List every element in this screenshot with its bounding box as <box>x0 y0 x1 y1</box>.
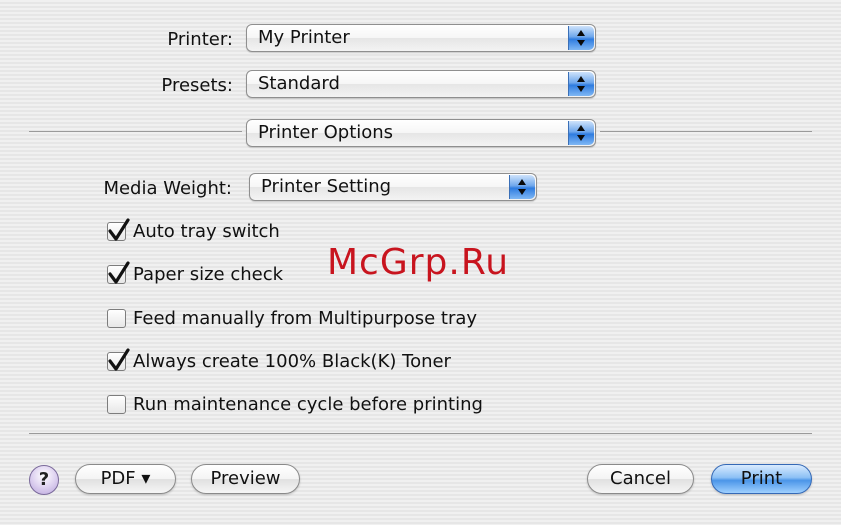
section-popup[interactable]: Printer Options <box>246 119 596 147</box>
preview-button[interactable]: Preview <box>191 464 300 494</box>
separator-left <box>29 131 242 132</box>
print-button[interactable]: Print <box>711 464 812 494</box>
media-weight-popup[interactable]: Printer Setting <box>249 173 537 201</box>
printer-popup[interactable]: My Printer <box>246 24 596 52</box>
option-label: Run maintenance cycle before printing <box>133 394 483 415</box>
popup-arrows-icon <box>568 26 594 50</box>
pdf-button[interactable]: PDF ▾ <box>75 464 176 494</box>
printer-value: My Printer <box>258 27 350 48</box>
checkbox-feed-manually[interactable] <box>107 309 126 328</box>
bottom-separator <box>29 433 812 434</box>
option-label: Always create 100% Black(K) Toner <box>133 351 451 372</box>
media-weight-value: Printer Setting <box>261 176 392 197</box>
media-weight-label: Media Weight: <box>103 178 232 199</box>
cancel-button[interactable]: Cancel <box>587 464 694 494</box>
popup-arrows-icon <box>568 121 594 145</box>
help-button[interactable]: ? <box>29 465 59 495</box>
checkbox-black-toner[interactable] <box>107 348 130 371</box>
option-label: Feed manually from Multipurpose tray <box>133 308 478 329</box>
section-value: Printer Options <box>258 122 394 143</box>
presets-value: Standard <box>258 73 340 94</box>
popup-arrows-icon <box>509 175 535 199</box>
checkbox-auto-tray[interactable] <box>107 218 130 241</box>
popup-arrows-icon <box>568 72 594 96</box>
checkbox-maintenance[interactable] <box>107 395 126 414</box>
presets-label: Presets: <box>161 75 233 96</box>
watermark-text: McGrp.Ru <box>327 242 510 283</box>
option-label: Auto tray switch <box>133 221 280 242</box>
option-label: Paper size check <box>133 264 284 285</box>
checkbox-paper-size[interactable] <box>107 261 130 284</box>
printer-label: Printer: <box>167 29 233 50</box>
presets-popup[interactable]: Standard <box>246 70 596 98</box>
separator-right <box>600 131 812 132</box>
